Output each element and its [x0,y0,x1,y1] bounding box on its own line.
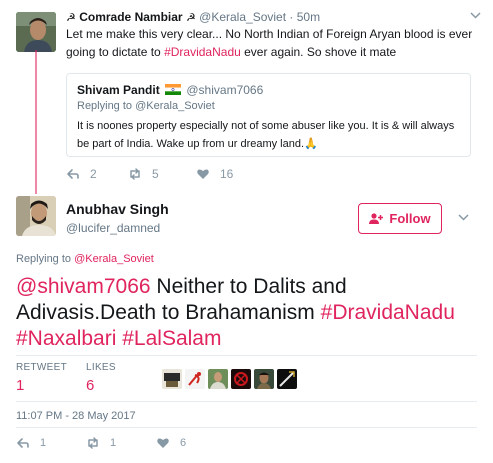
likes-stat-label: LIKES [86,362,116,373]
tweet-text: @shivam7066 Neither to Dalits and Adivas… [16,274,476,352]
author-name[interactable]: Comrade Nambiar [79,10,182,24]
quoted-replying-to: Replying to @Kerala_Soviet [77,100,215,112]
liker-avatar[interactable] [162,369,182,389]
retweet-count: 1 [110,437,117,449]
reply-count: 1 [40,437,47,449]
heart-icon [197,169,209,179]
heart-icon [157,438,169,448]
parent-tweet-actions: 2 5 16 [66,167,286,183]
retweet-button[interactable]: 1 [86,436,116,450]
retweet-icon [88,437,98,449]
likers-avatars [162,369,297,389]
like-count: 6 [180,437,187,449]
hammer-sickle-icon: ☭ [66,12,76,24]
retweet-stat-label: RETWEET [16,362,67,373]
divider [16,427,477,428]
replying-label: Replying to [77,100,133,112]
likes-stat[interactable]: LIKES 6 [86,362,116,394]
retweet-icon [130,168,140,180]
quoted-tweet-header: Shivam Pandit @shivam7066 [77,83,263,97]
hashtag-link[interactable]: #DravidaNadu [321,301,455,324]
chevron-down-icon[interactable] [470,8,481,22]
replying-handle-link[interactable]: @Kerala_Soviet [74,253,154,265]
follow-button[interactable]: Follow [358,203,442,234]
separator: · [289,10,294,24]
tweet-text: Let me make this very clear... No North … [66,25,476,61]
avatar[interactable] [16,196,56,236]
avatar-image [16,196,56,236]
parent-tweet-header: ☭ Comrade Nambiar ☭ @Kerala_Soviet · 50m [66,9,320,26]
india-flag-icon [165,84,182,95]
quoted-tweet[interactable]: Shivam Pandit @shivam7066 Replying to @K… [66,73,471,157]
chevron-down-icon[interactable] [458,210,469,224]
liker-avatar[interactable] [208,369,228,389]
reply-button[interactable]: 1 [16,436,46,450]
quoted-tweet-text: It is noones property especially not of … [77,120,455,150]
author-handle[interactable]: @lucifer_damned [66,221,160,235]
hashtag-link[interactable]: #Naxalbari [16,327,116,350]
retweet-button[interactable]: 5 [128,167,159,181]
add-user-icon [369,212,384,224]
like-count: 16 [220,167,234,181]
avatar[interactable] [16,12,56,52]
liker-avatar[interactable] [231,369,251,389]
like-button[interactable]: 6 [156,436,186,450]
avatar-image [16,12,56,52]
tweet-time[interactable]: 50m [297,10,320,24]
follow-label: Follow [389,211,431,226]
reply-icon [67,169,79,179]
thread-connector-line [35,50,37,194]
author-name[interactable]: Anubhav Singh [66,201,169,217]
retweet-stat-value: 1 [16,377,25,394]
liker-avatar[interactable] [277,369,297,389]
likes-stat-value: 6 [86,377,95,394]
tweet-text-part: ever again. So shove it mate [240,45,397,59]
replying-handle: @Kerala_Soviet [135,100,215,112]
quoted-author-handle: @shivam7066 [186,83,264,97]
liker-avatar[interactable] [254,369,274,389]
parent-tweet[interactable]: ☭ Comrade Nambiar ☭ @Kerala_Soviet · 50m… [0,0,493,192]
divider [16,401,477,402]
replying-to: Replying to @Kerala_Soviet [16,253,154,265]
retweet-stat[interactable]: RETWEET 1 [16,362,67,394]
mention-link[interactable]: @shivam7066 [16,275,151,298]
reply-icon [17,438,29,448]
like-button[interactable]: 16 [196,167,233,181]
tweet-timestamp[interactable]: 11:07 PM - 28 May 2017 [16,410,136,422]
hammer-sickle-icon: ☭ [185,12,196,24]
reply-button[interactable]: 2 [66,167,97,181]
quoted-author-name: Shivam Pandit [77,83,160,97]
hashtag-link[interactable]: #LalSalam [122,327,221,350]
divider [16,355,477,356]
replying-label: Replying to [16,253,72,265]
main-tweet-actions: 1 1 6 [16,436,216,452]
reply-count: 2 [90,167,97,181]
liker-avatar[interactable] [185,369,205,389]
hashtag-link[interactable]: #DravidaNadu [164,45,241,59]
retweet-count: 5 [152,167,159,181]
author-handle[interactable]: @Kerala_Soviet [199,10,286,24]
